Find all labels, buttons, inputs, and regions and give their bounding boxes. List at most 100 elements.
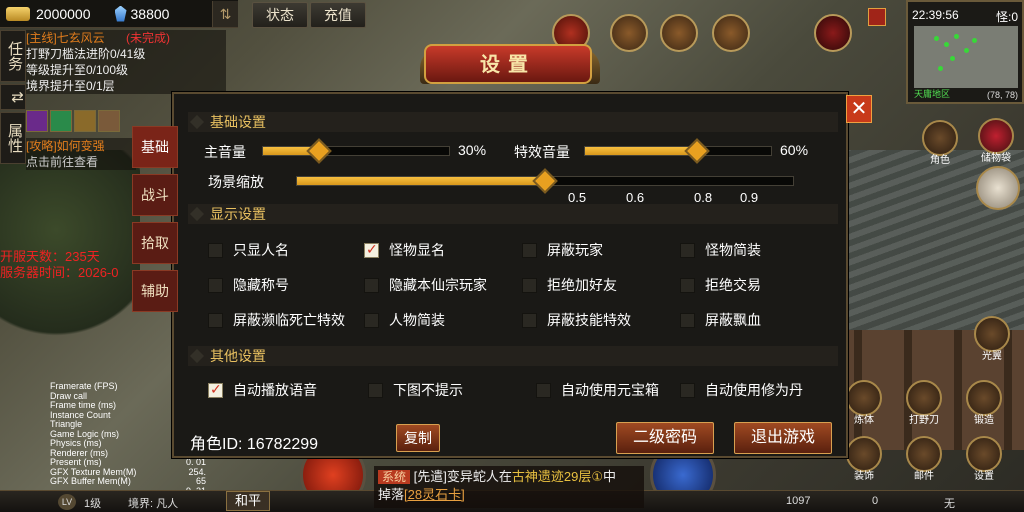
joystick-icon[interactable] xyxy=(976,166,1020,210)
fx-volume-fill xyxy=(585,147,697,155)
attack-button[interactable]: 打野刀 xyxy=(906,380,942,426)
display-option[interactable]: 拒绝交易 xyxy=(680,275,761,295)
fx-volume-slider[interactable] xyxy=(584,138,772,164)
display-option[interactable]: 屏蔽玩家 xyxy=(522,240,603,260)
other-option[interactable]: 自动使用元宝箱 xyxy=(536,380,659,400)
chat-box[interactable]: 系统 [先遣]变异蛇人在古神遗迹29层①中 掉落[28灵石卡] xyxy=(374,466,644,508)
tab-assist[interactable]: 辅助 xyxy=(132,270,178,312)
zoom-knob[interactable] xyxy=(532,168,558,194)
zoom-label: 场景缩放 xyxy=(208,174,264,190)
option-label: 人物简装 xyxy=(389,312,445,328)
wings-button[interactable]: 光翼 xyxy=(974,316,1010,362)
display-option[interactable]: 隐藏称号 xyxy=(208,275,289,295)
guide-subtitle: 点击前往查看 xyxy=(26,155,99,169)
main-volume-knob[interactable] xyxy=(306,138,332,164)
currency-bar: 2000000 38800 ⇅ xyxy=(0,0,238,28)
zoom-tick: 0.9 xyxy=(740,190,759,205)
checkbox[interactable] xyxy=(522,242,537,258)
checkbox[interactable] xyxy=(364,312,379,328)
status-button[interactable]: 状态 xyxy=(252,2,308,28)
minimap-view[interactable] xyxy=(914,26,1018,88)
storage-button[interactable]: 储物袋 xyxy=(978,118,1014,164)
tab-swap[interactable]: ⇅ xyxy=(0,84,26,110)
display-option[interactable]: 怪物显名 xyxy=(364,240,445,260)
checkbox[interactable] xyxy=(680,312,695,328)
mail-button[interactable]: 邮件 xyxy=(906,436,942,482)
display-option[interactable]: 拒绝加好友 xyxy=(522,275,617,295)
checkbox[interactable] xyxy=(680,242,695,258)
other-option[interactable]: 自动使用修为丹 xyxy=(680,380,803,400)
recharge-button[interactable]: 充值 xyxy=(310,2,366,28)
role-id: 角色ID: 16782299 xyxy=(190,436,319,453)
copy-button[interactable]: 复制 xyxy=(396,424,440,452)
main-volume-label: 主音量 xyxy=(204,144,246,160)
pk-mode-button[interactable]: 和平 xyxy=(226,491,270,511)
tab-pickup[interactable]: 拾取 xyxy=(132,222,178,264)
checkbox[interactable] xyxy=(208,381,223,398)
buff-icon[interactable] xyxy=(50,110,72,132)
display-option[interactable]: 怪物简装 xyxy=(680,240,761,260)
quest-status: (未完成) xyxy=(126,31,171,45)
secondary-password-button[interactable]: 二级密码 xyxy=(616,422,714,454)
equipment-button[interactable]: 装饰 xyxy=(846,436,882,482)
boss-icon[interactable] xyxy=(814,14,852,52)
buff-icons xyxy=(26,110,120,132)
zoom-fill xyxy=(297,177,545,185)
checkbox[interactable] xyxy=(680,382,695,398)
main-volume-slider[interactable] xyxy=(262,138,450,164)
checkbox[interactable] xyxy=(208,277,223,293)
buff-icon[interactable] xyxy=(26,110,48,132)
treasure-icon[interactable] xyxy=(712,14,750,52)
settings-panel: 基础设置 主音量 30% 特效音量 60% 场景缩放 0.5 0.6 0.8 0… xyxy=(172,92,848,458)
display-option[interactable]: 人物简装 xyxy=(364,310,445,330)
chat-item-link[interactable]: [28灵石卡] xyxy=(404,487,465,502)
fx-volume-knob[interactable] xyxy=(683,138,710,164)
checkbox[interactable] xyxy=(208,312,223,328)
option-label: 怪物简装 xyxy=(705,242,761,258)
checkbox[interactable] xyxy=(522,277,537,293)
display-option[interactable]: 屏蔽飘血 xyxy=(680,310,761,330)
tab-quest[interactable]: 任务 xyxy=(0,30,26,82)
zoom-slider[interactable] xyxy=(296,168,794,194)
tab-basic[interactable]: 基础 xyxy=(132,126,178,168)
tab-combat[interactable]: 战斗 xyxy=(132,174,178,216)
quest-line: 等级提升至0/100级 xyxy=(26,63,129,77)
other-option[interactable]: 自动播放语音 xyxy=(208,380,317,400)
checkbox[interactable] xyxy=(208,242,223,258)
checkbox[interactable] xyxy=(522,312,537,328)
minimap[interactable]: 22:39:56 怪:0 天庸地区 (78, 78) xyxy=(906,0,1024,104)
display-option[interactable]: 屏蔽濒临死亡特效 xyxy=(208,310,345,330)
craft-button[interactable]: 炼体 xyxy=(846,380,882,426)
guide-tracker[interactable]: [攻略]如何变强 点击前往查看 xyxy=(26,138,136,170)
quest-tracker[interactable]: [主线]七玄风云 (未完成) 打野刀槛法进阶0/41级 等级提升至0/100级 … xyxy=(26,30,226,94)
buff-icon[interactable] xyxy=(74,110,96,132)
flag-icon[interactable] xyxy=(868,8,886,26)
event-icon[interactable] xyxy=(610,14,648,52)
display-option[interactable]: 隐藏本仙宗玩家 xyxy=(364,275,487,295)
checkbox[interactable] xyxy=(364,277,379,293)
chat-text: 掉落 xyxy=(378,487,405,502)
fx-volume-value: 60% xyxy=(780,142,809,158)
option-label: 拒绝交易 xyxy=(705,277,761,293)
settings-button[interactable]: 设置 xyxy=(966,436,1002,482)
checkbox[interactable] xyxy=(536,382,551,398)
forge-button[interactable]: 锻造 xyxy=(966,380,1002,426)
buff-icon[interactable] xyxy=(98,110,120,132)
logout-button[interactable]: 退出游戏 xyxy=(734,422,832,454)
display-option[interactable]: 屏蔽技能特效 xyxy=(522,310,631,330)
player-realm: 境界: 凡人 xyxy=(128,498,179,510)
level-badge: LV xyxy=(58,494,76,510)
zoom-tick: 0.5 xyxy=(568,190,587,205)
checkbox[interactable] xyxy=(368,382,383,398)
other-option[interactable]: 下图不提示 xyxy=(368,380,463,400)
quest-line: 打野刀槛法进阶0/41级 xyxy=(26,47,146,61)
checkbox[interactable] xyxy=(364,241,379,258)
role-button[interactable]: 角色 xyxy=(922,120,958,166)
checkbox[interactable] xyxy=(680,277,695,293)
tab-attributes[interactable]: 属性 xyxy=(0,112,26,164)
vip-icon[interactable] xyxy=(660,14,698,52)
close-icon[interactable]: ✕ xyxy=(846,95,872,123)
section-basic: 基础设置 xyxy=(188,112,838,132)
display-option[interactable]: 只显人名 xyxy=(208,240,289,260)
swap-icon[interactable]: ⇅ xyxy=(212,0,238,27)
